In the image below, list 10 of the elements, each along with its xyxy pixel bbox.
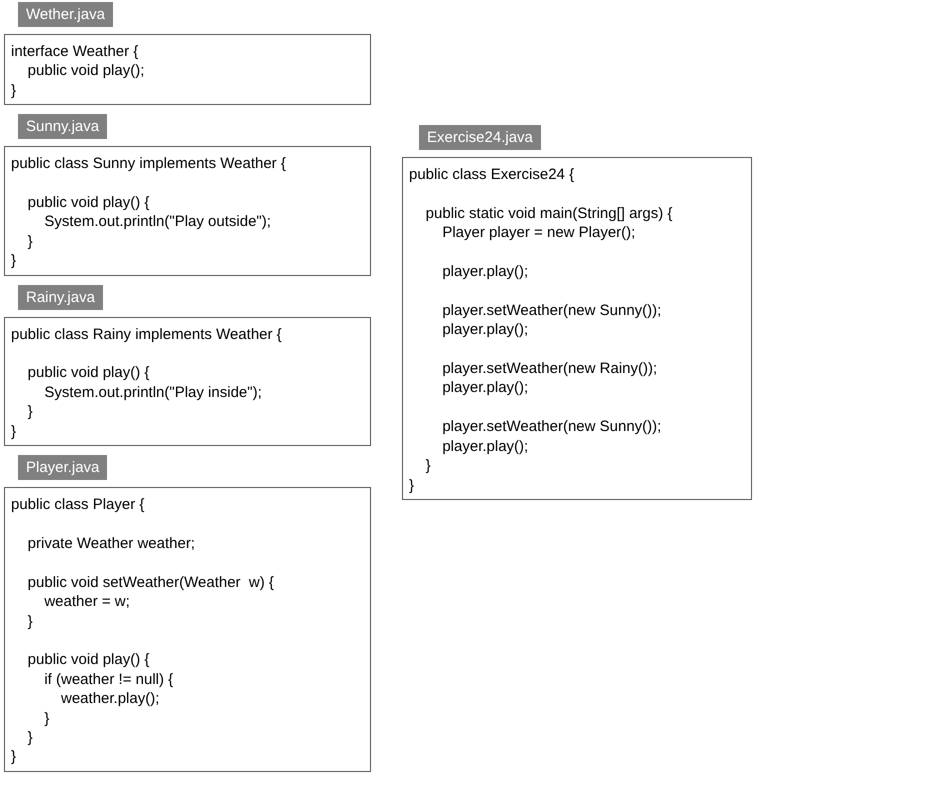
code-panel: public class Rainy implements Weather { public void play() { System.out.println("Play inside"); } } — [4, 316, 371, 446]
file-name-label: Rainy.java — [18, 284, 103, 310]
file-name-label: Wether.java — [18, 2, 113, 27]
file-name-label: Sunny.java — [18, 114, 108, 140]
file-name-label: Exercise24.java — [419, 125, 541, 150]
code-panel: public class Sunny implements Weather { public void play() { System.out.println("Play outside"); } } — [4, 146, 371, 276]
code-panel: interface Weather { public void play(); } — [4, 34, 371, 106]
code-panel: public class Player { private Weather weather; public void setWeather(Weather w) { weather = w; } public void play() { if (weather != null) { weather.play(); } } } — [4, 487, 371, 772]
code-panel: public class Exercise24 { public static void main(String[] args) { Player player = new Player(); player.play(); player.setWeather(new Sunny()); player.play(); player.setWeather(new Rainy()); player.play(); player.setWeather(new Sunny()); player.play(); } } — [402, 157, 752, 500]
file-name-label: Player.java — [18, 455, 108, 480]
